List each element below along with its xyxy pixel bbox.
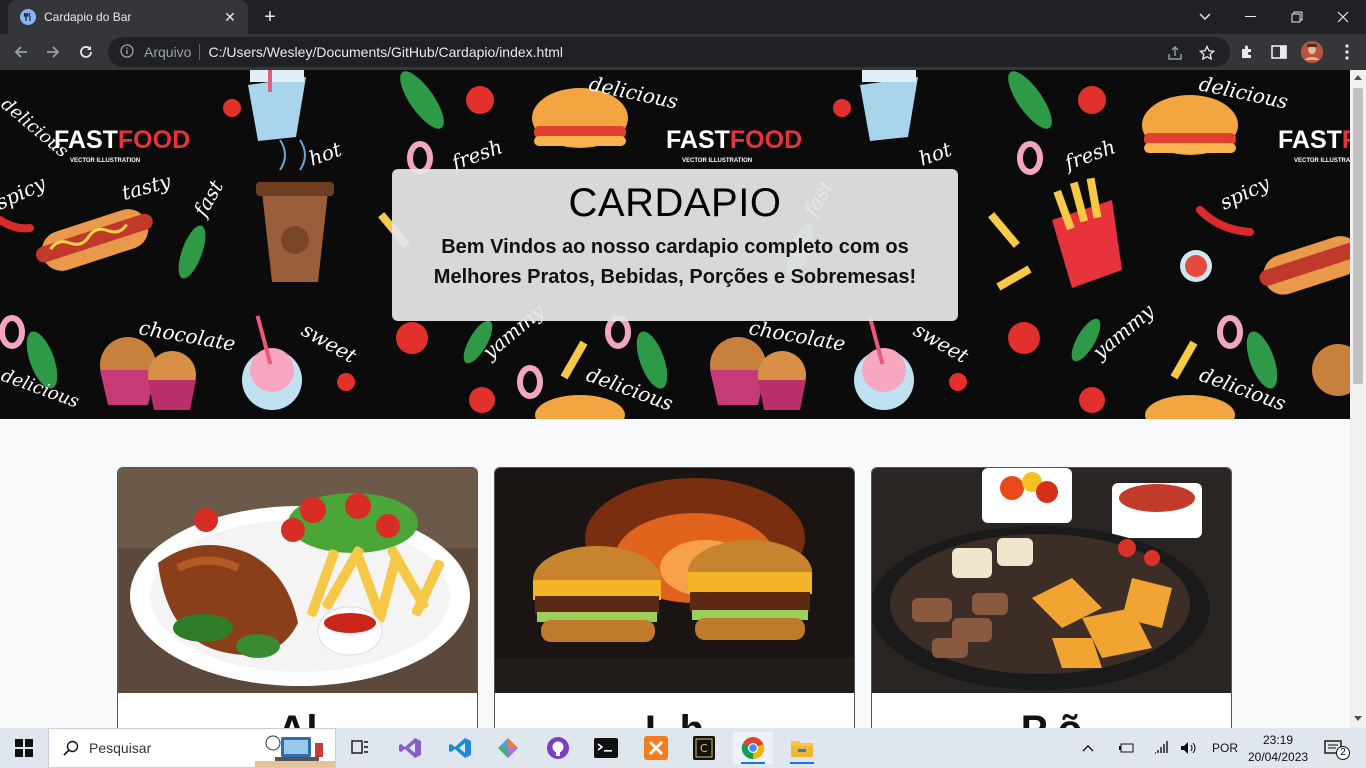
chicken-plate-image (118, 468, 477, 693)
vscode-icon[interactable] (440, 732, 480, 764)
language-indicator[interactable]: POR (1212, 741, 1238, 755)
taskbar-search-box[interactable]: Pesquisar (48, 728, 336, 768)
task-view-icon[interactable] (340, 732, 380, 764)
svg-text:FASTFOOD: FASTFOOD (1278, 126, 1350, 154)
wifi-icon[interactable] (1150, 732, 1172, 764)
search-placeholder: Pesquisar (89, 740, 152, 756)
svg-text:VECTOR ILLUSTRATION: VECTOR ILLUSTRATION (1294, 158, 1350, 164)
extensions-puzzle-icon[interactable] (1236, 41, 1258, 63)
scroll-up-arrow-icon[interactable] (1354, 75, 1362, 80)
tab-title: Cardapio do Bar (44, 10, 132, 24)
svg-text:VECTOR ILLUSTRATION: VECTOR ILLUSTRATION (70, 158, 140, 164)
app-diamond-icon[interactable] (488, 732, 528, 764)
chrome-menu-icon[interactable] (1336, 41, 1358, 63)
volume-icon[interactable] (1178, 732, 1200, 764)
share-icon[interactable] (1166, 44, 1184, 62)
svg-text:VECTOR ILLUSTRATION: VECTOR ILLUSTRATION (682, 158, 752, 164)
svg-text:FASTFOOD: FASTFOOD (666, 126, 802, 154)
windows-start-icon[interactable] (4, 732, 44, 764)
card-title: Al (118, 708, 477, 728)
battery-icon[interactable] (1116, 732, 1138, 764)
windows-taskbar: Pesquisar C POR 23:19 20/04/2023 2 (0, 728, 1366, 768)
visual-studio-icon[interactable] (390, 732, 430, 764)
bookmark-star-icon[interactable] (1198, 44, 1216, 62)
svg-text:FASTFOOD: FASTFOOD (54, 126, 190, 154)
page-viewport: delicious delicious delicious fresh fres… (0, 70, 1350, 728)
xampp-icon[interactable] (636, 732, 676, 764)
scroll-thumb[interactable] (1353, 88, 1363, 384)
profile-avatar[interactable] (1301, 41, 1323, 63)
github-desktop-icon[interactable] (538, 732, 578, 764)
url-text[interactable]: C:/Users/Wesley/Documents/GitHub/Cardapi… (208, 44, 563, 60)
menu-card[interactable]: P õ (871, 467, 1232, 728)
back-button[interactable] (8, 39, 34, 65)
burgers-image (495, 468, 854, 693)
side-panel-icon[interactable] (1268, 41, 1290, 63)
terminal-icon[interactable] (586, 732, 626, 764)
notifications-icon[interactable]: 2 (1318, 732, 1350, 764)
page-title: CARDAPIO (568, 181, 782, 225)
burger-left (533, 546, 661, 642)
active-indicator (790, 762, 814, 764)
info-icon[interactable] (120, 44, 136, 60)
clock-date[interactable]: 20/04/2023 (1248, 750, 1308, 764)
hero-subtitle: Bem Vindos ao nosso cardapio completo co… (433, 236, 917, 288)
hero-title-box: CARDAPIO Bem Vindos ao nosso cardapio co… (392, 169, 958, 321)
c-compiler-icon[interactable]: C (684, 732, 724, 764)
clock-time[interactable]: 23:19 (1263, 733, 1323, 747)
browser-toolbar: Arquivo C:/Users/Wesley/Documents/GitHub… (0, 34, 1366, 70)
reload-button[interactable] (73, 39, 99, 65)
hero-banner: delicious delicious delicious fresh fres… (0, 70, 1350, 419)
portions-image (872, 468, 1231, 693)
show-hidden-icons-chevron-icon[interactable] (1076, 732, 1100, 764)
chrome-taskbar-icon[interactable] (733, 732, 773, 764)
svg-text:C: C (700, 742, 708, 755)
close-window-button[interactable] (1320, 0, 1366, 34)
new-tab-button[interactable]: + (258, 6, 282, 28)
forward-button[interactable] (40, 39, 66, 65)
url-scheme: Arquivo (144, 44, 192, 60)
address-bar[interactable]: Arquivo C:/Users/Wesley/Documents/GitHub… (108, 37, 1230, 67)
active-indicator (741, 762, 765, 764)
file-explorer-icon[interactable] (782, 732, 822, 764)
search-highlight-illustration (255, 735, 335, 767)
close-tab-icon[interactable]: ✕ (222, 9, 238, 25)
browser-tab[interactable]: Cardapio do Bar ✕ (8, 0, 248, 34)
search-icon (63, 740, 79, 756)
card-title: L h (495, 708, 854, 728)
browser-tab-strip: Cardapio do Bar ✕ + (0, 0, 1366, 34)
fork-knife-icon (20, 9, 36, 25)
restore-button[interactable] (1274, 0, 1320, 34)
minimize-button[interactable] (1228, 0, 1274, 34)
notification-count: 2 (1336, 746, 1350, 760)
url-separator (199, 44, 201, 60)
scroll-down-arrow-icon[interactable] (1354, 716, 1362, 721)
burger-illustration (1142, 95, 1238, 155)
menu-card[interactable]: Al (117, 467, 478, 728)
burger-right (688, 540, 812, 640)
menu-card[interactable]: L h (494, 467, 855, 728)
page-scrollbar[interactable] (1350, 70, 1366, 728)
card-title: P õ (872, 708, 1231, 728)
tab-search-icon[interactable] (1182, 0, 1228, 34)
